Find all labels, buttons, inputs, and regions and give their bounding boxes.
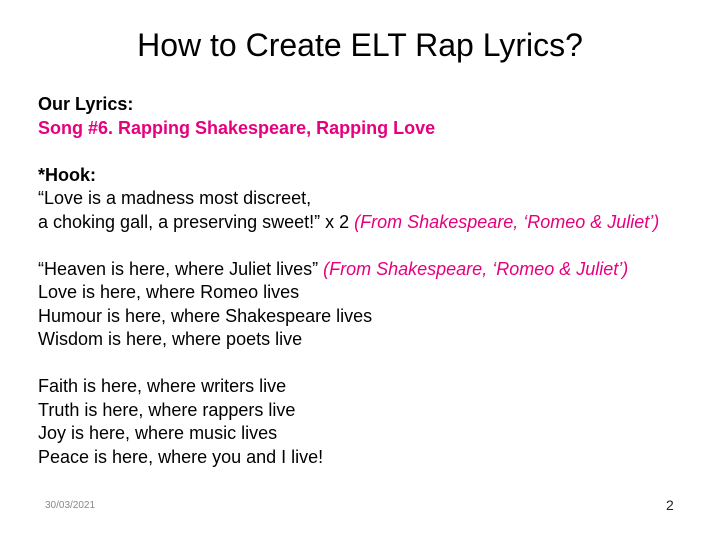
- hook-label: *Hook:: [38, 164, 96, 185]
- verse1-line-4: Wisdom is here, where poets live: [38, 329, 303, 349]
- slide-body: Our Lyrics: Song #6. Rapping Shakespeare…: [38, 93, 698, 469]
- verse1-line-2: Love is here, where Romeo lives: [38, 282, 300, 302]
- hook-line-2: a choking gall, a preserving sweet!” x 2…: [38, 211, 698, 235]
- verse2-line-1: Faith is here, where writers live: [38, 376, 287, 396]
- slide-title: How to Create ELT Rap Lyrics?: [137, 27, 583, 63]
- page-number: 2: [666, 497, 674, 513]
- verse1-line-1-text: “Heaven is here, where Juliet lives”: [38, 258, 324, 279]
- hook-line-2-text: a choking gall, a preserving sweet!” x 2: [38, 211, 355, 232]
- verse2-line-4: Peace is here, where you and I live!: [38, 446, 324, 467]
- footer-date: 30/03/2021: [45, 500, 96, 511]
- verse1-line-1: “Heaven is here, where Juliet lives” (Fr…: [38, 258, 698, 282]
- verse1-source: (From Shakespeare, ‘Romeo & Juliet’): [323, 258, 629, 279]
- song-title: Song #6. Rapping Shakespeare, Rapping Lo…: [38, 117, 436, 138]
- hook-line-1: “Love is a madness most discreet,: [38, 188, 312, 208]
- verse2-line-3: Joy is here, where music lives: [38, 423, 278, 443]
- verse1-line-3: Humour is here, where Shakespeare lives: [38, 305, 373, 326]
- verse2-line-2: Truth is here, where rappers live: [38, 399, 296, 420]
- lyrics-heading: Our Lyrics:: [38, 94, 134, 114]
- hook-source: (From Shakespeare, ‘Romeo & Juliet’): [354, 211, 660, 232]
